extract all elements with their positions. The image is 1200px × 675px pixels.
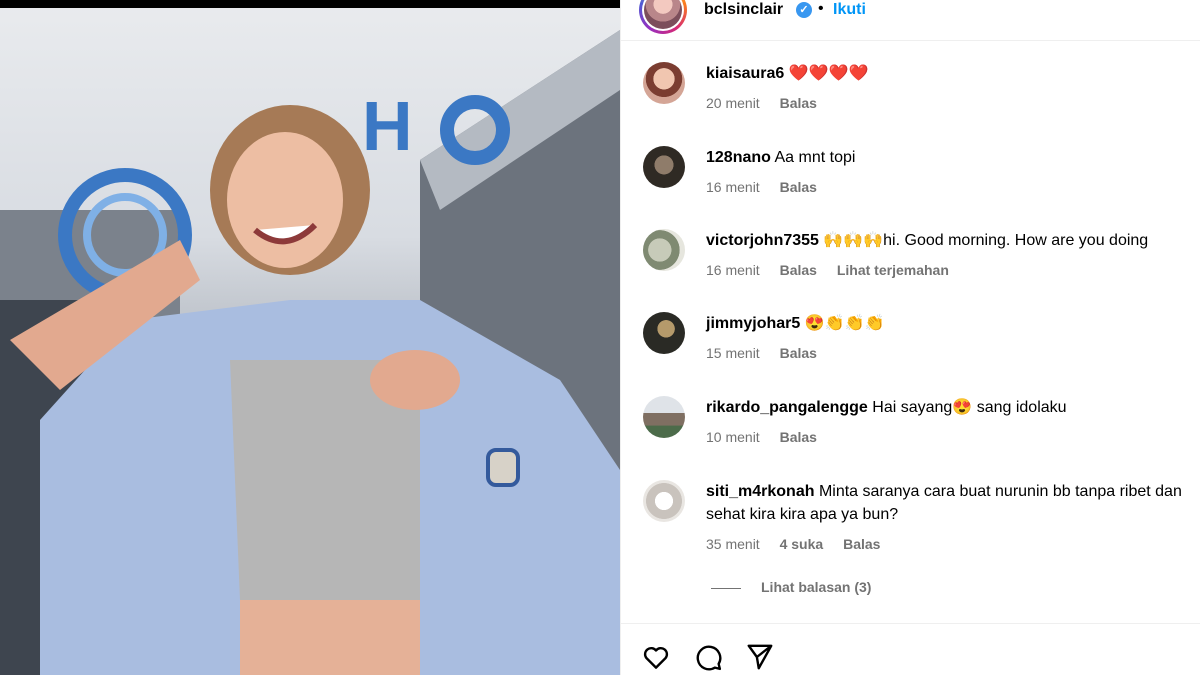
see-translation-button[interactable]: Lihat terjemahan: [837, 262, 949, 278]
comment-bubble-icon[interactable]: [693, 642, 727, 675]
comment-meta: 16 menit Balas: [706, 179, 833, 195]
view-replies-label: Lihat balasan (3): [761, 579, 872, 595]
reply-button[interactable]: Balas: [780, 95, 817, 111]
photo-illustration: H: [0, 30, 620, 675]
commenter-avatar[interactable]: [643, 229, 685, 271]
comment-time: 10 menit: [706, 429, 760, 445]
comment-meta: 15 menit Balas: [706, 345, 833, 361]
commenter-username[interactable]: victorjohn7355: [706, 232, 819, 249]
replies-line: [711, 587, 741, 589]
comment-body: 😍👏👏👏: [804, 315, 885, 332]
comment-text: 128nano Aa mnt topi: [706, 146, 1196, 169]
commenter-avatar[interactable]: [643, 480, 685, 522]
header-divider: [621, 40, 1200, 41]
comment-text: jimmyjohar5 😍👏👏👏: [706, 312, 1196, 335]
follow-button[interactable]: Ikuti: [833, 1, 866, 19]
comment-time: 16 menit: [706, 262, 760, 278]
commenter-username[interactable]: rikardo_pangalengge: [706, 399, 868, 416]
comment-likes[interactable]: 4 suka: [780, 536, 824, 552]
comment-meta: 10 menit Balas: [706, 429, 833, 445]
reply-button[interactable]: Balas: [780, 345, 817, 361]
reply-button[interactable]: Balas: [843, 536, 880, 552]
comment-body: Aa mnt topi: [774, 149, 856, 166]
comment-meta: 35 menit 4 suka Balas: [706, 536, 896, 552]
post-photo[interactable]: H: [0, 0, 620, 675]
verified-badge-icon: ✓: [796, 2, 812, 18]
author-username[interactable]: bclsinclair: [704, 1, 783, 19]
reply-button[interactable]: Balas: [780, 179, 817, 195]
svg-text:H: H: [362, 87, 413, 165]
comment-body: 🙌🙌🙌hi. Good morning. How are you doing: [823, 232, 1149, 249]
comment-time: 16 menit: [706, 179, 760, 195]
reply-button[interactable]: Balas: [780, 262, 817, 278]
commenter-username[interactable]: kiaisaura6: [706, 65, 784, 82]
comment-text: rikardo_pangalengge Hai sayang😍 sang ido…: [706, 396, 1196, 419]
comment-time: 35 menit: [706, 536, 760, 552]
post-header: bclsinclair ✓ • Ikuti: [621, 0, 1200, 41]
comment-meta: 20 menit Balas: [706, 95, 833, 111]
comment-text: siti_m4rkonah Minta saranya cara buat nu…: [706, 480, 1196, 526]
comment-text: victorjohn7355 🙌🙌🙌hi. Good morning. How …: [706, 229, 1196, 252]
commenter-username[interactable]: siti_m4rkonah: [706, 483, 814, 500]
commenter-username[interactable]: 128nano: [706, 149, 771, 166]
comment-body: Hai sayang😍 sang idolaku: [872, 399, 1067, 416]
comments-panel: bclsinclair ✓ • Ikuti kiaisaura6 ❤️❤️❤️❤…: [620, 0, 1200, 675]
commenter-username[interactable]: jimmyjohar5: [706, 315, 800, 332]
comment-time: 15 menit: [706, 345, 760, 361]
comment-time: 20 menit: [706, 95, 760, 111]
comment-meta: 16 menit Balas Lihat terjemahan: [706, 262, 965, 278]
action-bar: [621, 623, 1200, 675]
paper-plane-icon[interactable]: [745, 642, 779, 675]
commenter-avatar[interactable]: [643, 396, 685, 438]
author-avatar[interactable]: [639, 0, 687, 34]
comment-body: ❤️❤️❤️❤️: [788, 65, 869, 82]
commenter-avatar[interactable]: [643, 146, 685, 188]
comment-text: kiaisaura6 ❤️❤️❤️❤️: [706, 62, 1196, 85]
commenter-avatar[interactable]: [643, 62, 685, 104]
reply-button[interactable]: Balas: [780, 429, 817, 445]
view-replies-button[interactable]: Lihat balasan (3): [711, 579, 871, 595]
commenter-avatar[interactable]: [643, 312, 685, 354]
heart-icon[interactable]: [641, 642, 675, 675]
header-separator: •: [818, 0, 824, 17]
